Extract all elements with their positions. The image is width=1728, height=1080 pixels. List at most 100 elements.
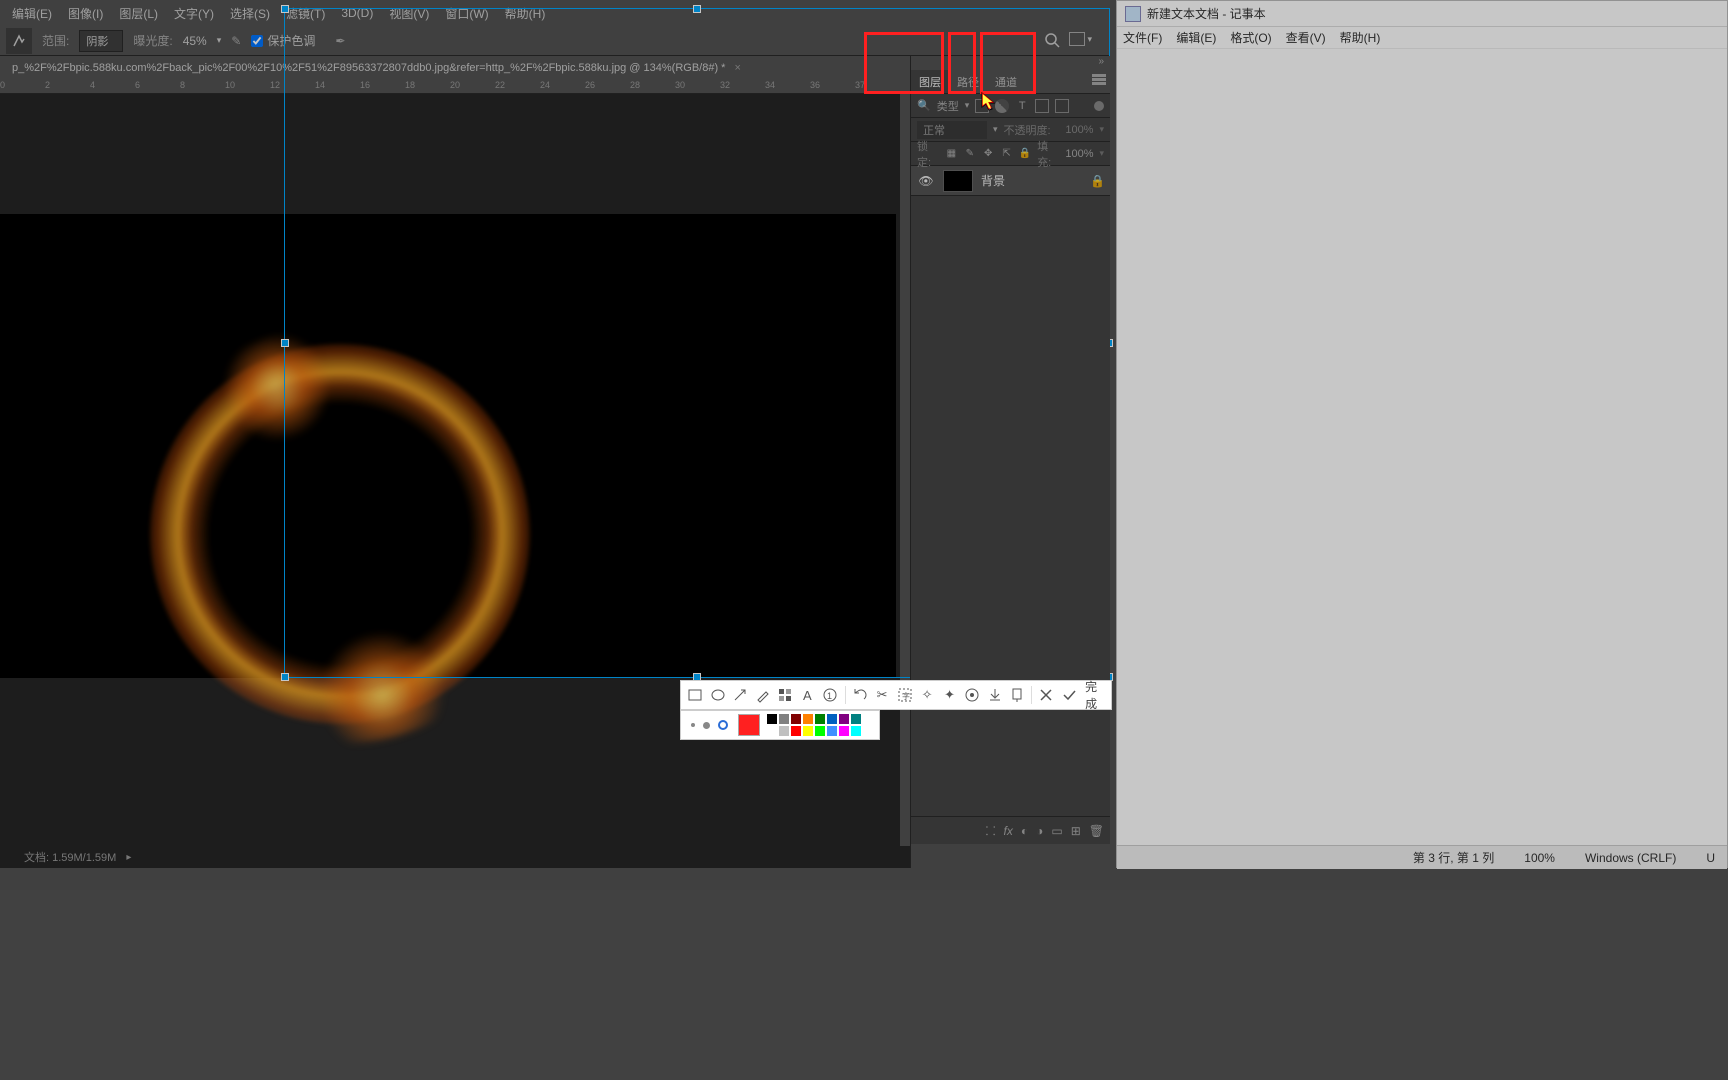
color-swatch[interactable]: [778, 725, 790, 737]
color-swatch[interactable]: [790, 713, 802, 725]
color-swatch[interactable]: [814, 725, 826, 737]
color-swatch[interactable]: [826, 725, 838, 737]
color-swatch[interactable]: [850, 725, 862, 737]
canvas-area[interactable]: [0, 94, 900, 854]
mask-icon[interactable]: ◐: [1021, 824, 1028, 838]
notepad-titlebar[interactable]: 新建文本文档 - 记事本: [1117, 1, 1727, 27]
panel-collapse-icon[interactable]: »: [911, 56, 1110, 70]
color-swatch[interactable]: [814, 713, 826, 725]
np-menu-edit[interactable]: 编辑(E): [1176, 29, 1216, 46]
color-swatch[interactable]: [850, 713, 862, 725]
scan-icon[interactable]: ✦: [941, 685, 958, 705]
undo-icon[interactable]: [851, 685, 868, 705]
lock-artboard-icon[interactable]: ⇱: [1000, 147, 1012, 161]
mosaic-tool-icon[interactable]: [777, 685, 794, 705]
document-tab[interactable]: p_%2F%2Fbpic.588ku.com%2Fback_pic%2F00%2…: [6, 60, 747, 76]
protect-tones-checkbox[interactable]: 保护色调: [251, 32, 315, 49]
scissors-icon[interactable]: ✂: [874, 685, 891, 705]
download-icon[interactable]: [986, 685, 1003, 705]
menu-image[interactable]: 图像(I): [60, 1, 111, 26]
arrow-tool-icon[interactable]: [732, 685, 749, 705]
menu-help[interactable]: 帮助(H): [497, 1, 554, 26]
blend-mode-select[interactable]: 正常: [917, 121, 987, 139]
fx-icon[interactable]: fx: [1004, 824, 1013, 838]
lock-position-icon[interactable]: ✥: [982, 147, 994, 161]
caret-icon[interactable]: ▾: [217, 35, 222, 46]
status-flyout-icon[interactable]: ▸: [126, 852, 131, 863]
ellipse-tool-icon[interactable]: [710, 685, 727, 705]
color-swatch[interactable]: [778, 713, 790, 725]
filter-type-icon[interactable]: T: [1015, 100, 1029, 112]
size-large[interactable]: [718, 720, 728, 730]
search-icon[interactable]: [1044, 32, 1060, 51]
current-color-swatch[interactable]: [738, 714, 760, 736]
menu-type[interactable]: 文字(Y): [166, 1, 222, 26]
tab-channels[interactable]: 通道: [987, 70, 1025, 93]
close-tab-icon[interactable]: ×: [735, 62, 741, 74]
filter-shape-icon[interactable]: [1035, 99, 1049, 113]
np-menu-format[interactable]: 格式(O): [1230, 29, 1271, 46]
filter-toggle-icon[interactable]: [1094, 101, 1104, 111]
done-label[interactable]: 完成: [1085, 678, 1105, 712]
layer-name[interactable]: 背景: [981, 172, 1005, 189]
lock-transparent-icon[interactable]: ▦: [945, 147, 957, 161]
menu-select[interactable]: 选择(S): [222, 1, 278, 26]
cancel-icon[interactable]: [1038, 685, 1055, 705]
link-layers-icon[interactable]: ⸬: [986, 822, 996, 839]
filter-search-icon[interactable]: 🔍: [917, 99, 931, 112]
protect-tones-input[interactable]: [251, 35, 263, 47]
pressure-icon[interactable]: ✒: [335, 34, 345, 48]
color-swatch[interactable]: [838, 713, 850, 725]
current-tool-icon[interactable]: [6, 28, 32, 54]
menu-layer[interactable]: 图层(L): [111, 1, 166, 26]
translate-icon[interactable]: ✧: [919, 685, 936, 705]
panel-menu-icon[interactable]: [1092, 74, 1106, 77]
tab-layers[interactable]: 图层: [911, 70, 949, 93]
np-menu-help[interactable]: 帮助(H): [1340, 29, 1381, 46]
lock-brush-icon[interactable]: ✎: [964, 147, 976, 161]
color-swatch[interactable]: [838, 725, 850, 737]
color-swatch[interactable]: [802, 713, 814, 725]
pin-icon[interactable]: [1009, 685, 1026, 705]
airbrush-icon[interactable]: ✎: [231, 34, 241, 48]
filter-adjust-icon[interactable]: [995, 99, 1009, 113]
color-swatch[interactable]: [790, 725, 802, 737]
ocr-icon[interactable]: 字: [896, 685, 913, 705]
layer-lock-icon[interactable]: 🔒: [1090, 174, 1104, 188]
tab-paths[interactable]: 路径: [949, 70, 987, 93]
number-tool-icon[interactable]: 1: [822, 685, 839, 705]
delete-layer-icon[interactable]: 🗑: [1089, 824, 1104, 838]
notepad-text-area[interactable]: [1117, 49, 1727, 845]
lock-all-icon[interactable]: 🔒: [1019, 147, 1031, 161]
visibility-icon[interactable]: 👁: [917, 174, 935, 188]
size-medium[interactable]: [703, 722, 710, 729]
workspace-layout-icon[interactable]: ▾: [1069, 32, 1092, 46]
layer-thumbnail[interactable]: [943, 170, 973, 192]
text-tool-icon[interactable]: A: [800, 685, 817, 705]
confirm-icon[interactable]: [1061, 685, 1078, 705]
rect-tool-icon[interactable]: [687, 685, 704, 705]
menu-window[interactable]: 窗口(W): [437, 1, 496, 26]
menu-edit[interactable]: 编辑(E): [4, 1, 60, 26]
menu-3d[interactable]: 3D(D): [333, 2, 381, 24]
opacity-value[interactable]: 100%: [1065, 124, 1093, 136]
menu-filter[interactable]: 滤镜(T): [278, 1, 333, 26]
record-icon[interactable]: [964, 685, 981, 705]
group-icon[interactable]: ▭: [1051, 824, 1062, 838]
color-swatch[interactable]: [826, 713, 838, 725]
menu-view[interactable]: 视图(V): [381, 1, 437, 26]
color-swatch[interactable]: [802, 725, 814, 737]
range-select[interactable]: 阴影: [79, 30, 123, 52]
color-swatch[interactable]: [766, 713, 778, 725]
fill-value[interactable]: 100%: [1065, 148, 1093, 160]
new-layer-icon[interactable]: ⊞: [1071, 824, 1081, 838]
doc-size-readout[interactable]: 文档: 1.59M/1.59M: [24, 849, 116, 865]
exposure-value[interactable]: 45%: [183, 34, 207, 48]
layers-empty-area[interactable]: [911, 196, 1110, 816]
np-menu-file[interactable]: 文件(F): [1123, 29, 1162, 46]
filter-smart-icon[interactable]: [1055, 99, 1069, 113]
filter-kind-label[interactable]: 类型: [937, 98, 959, 114]
color-swatch[interactable]: [766, 725, 778, 737]
pencil-tool-icon[interactable]: [755, 685, 772, 705]
size-small[interactable]: [691, 723, 695, 727]
